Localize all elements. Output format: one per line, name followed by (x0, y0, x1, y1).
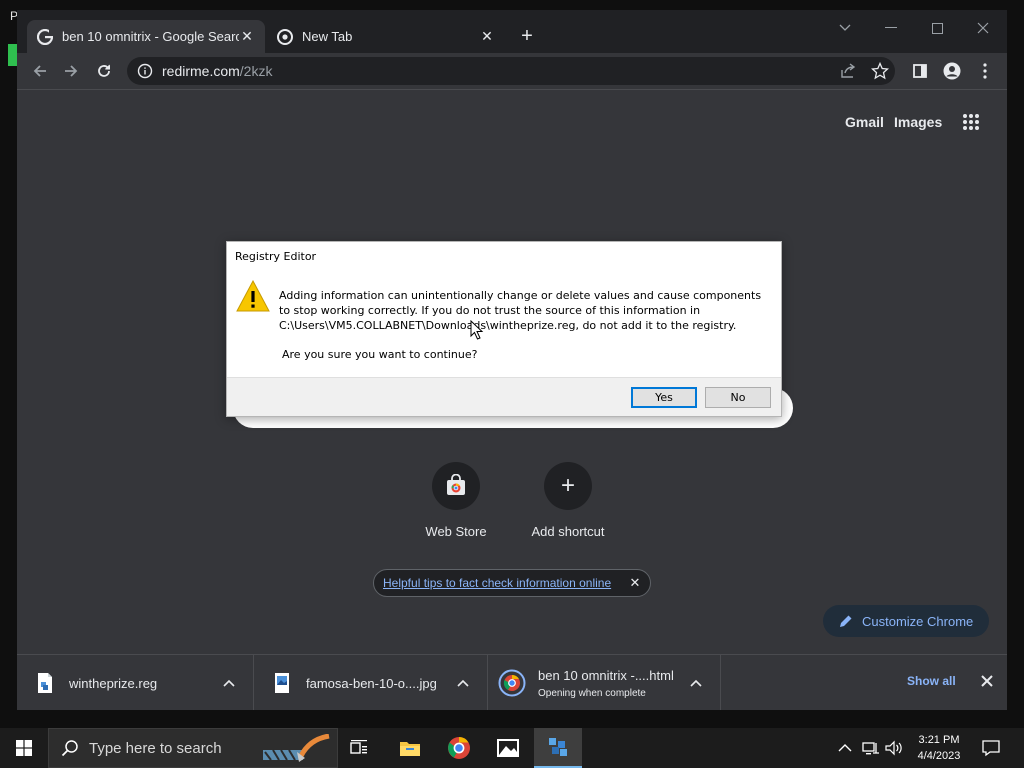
taskbar-search-box[interactable]: Type here to search (48, 728, 338, 768)
photos-icon[interactable] (484, 728, 532, 768)
tab-google-search[interactable]: ben 10 omnitrix - Google Search ✕ (27, 20, 265, 53)
tab-search-chevron-icon[interactable] (833, 18, 857, 38)
site-info-icon[interactable] (137, 63, 153, 79)
download-item[interactable]: wintheprize.reg (17, 655, 254, 710)
download-filename: famosa-ben-10-o....jpg (306, 675, 437, 691)
registry-editor-dialog: Registry Editor Adding information can u… (226, 241, 782, 417)
registry-editor-taskbar-icon[interactable] (534, 728, 582, 768)
toolbar: redirme.com/2kzk (17, 53, 1007, 89)
pencil-icon (840, 615, 852, 627)
notifications-icon[interactable] (982, 728, 1000, 768)
plus-icon: + (544, 462, 592, 510)
bookmark-star-icon[interactable] (871, 62, 889, 80)
network-icon[interactable] (862, 728, 880, 768)
new-tab-plus-icon[interactable]: + (517, 25, 537, 47)
shortcut-label: Web Store (425, 524, 487, 539)
shortcut-add[interactable]: + Add shortcut (512, 462, 624, 539)
reload-icon[interactable] (92, 59, 116, 83)
reg-file-icon (38, 673, 52, 693)
taskbar: Type here to search 3:21 PM 4/4/2023 (0, 728, 1024, 768)
download-status: Opening when complete (538, 687, 646, 699)
tab-close-icon[interactable]: ✕ (239, 28, 255, 45)
fact-check-tip-link[interactable]: Helpful tips to fact check information o… (383, 576, 611, 590)
chevron-up-icon[interactable] (219, 673, 239, 693)
tab-close-icon[interactable]: ✕ (479, 28, 495, 45)
dialog-button-row: Yes No (227, 377, 781, 416)
taskbar-search-placeholder: Type here to search (89, 739, 222, 757)
clock-date: 4/4/2023 (917, 750, 961, 762)
file-explorer-icon[interactable] (386, 728, 434, 768)
warning-icon (236, 280, 270, 312)
url-path: /2kzk (239, 63, 273, 79)
customize-chrome-label: Customize Chrome (862, 613, 974, 629)
download-item-in-progress[interactable]: ben 10 omnitrix -....html Opening when c… (488, 655, 721, 710)
google-icon (37, 28, 53, 45)
customize-chrome-button[interactable]: Customize Chrome (823, 605, 989, 637)
chrome-taskbar-icon[interactable] (435, 728, 483, 768)
image-file-icon (275, 673, 289, 693)
minimize-icon[interactable] (879, 18, 903, 38)
download-progress-chrome-icon (498, 669, 526, 697)
window-close-icon[interactable] (971, 18, 995, 38)
tab-title: New Tab (302, 29, 353, 44)
url-host: redirme.com (162, 63, 240, 79)
tab-new-tab[interactable]: New Tab ✕ (267, 20, 505, 53)
taskbar-clock[interactable]: 3:21 PM 4/4/2023 (908, 732, 970, 764)
dialog-title: Registry Editor (235, 250, 317, 263)
profile-icon[interactable] (940, 59, 964, 83)
show-hidden-icons-chevron-icon[interactable] (838, 728, 852, 768)
no-button[interactable]: No (705, 387, 771, 408)
dialog-message: Adding information can unintentionally c… (279, 289, 762, 332)
fact-check-tip-chip: Helpful tips to fact check information o… (373, 569, 651, 597)
chevron-up-icon[interactable] (453, 673, 473, 693)
share-icon[interactable] (839, 62, 857, 80)
show-all-downloads-button[interactable]: Show all (907, 674, 956, 688)
back-arrow-icon[interactable] (28, 59, 52, 83)
download-item[interactable]: famosa-ben-10-o....jpg (254, 655, 488, 710)
tab-title: ben 10 omnitrix - Google Search (62, 29, 239, 44)
tip-close-icon[interactable]: ✕ (628, 575, 642, 590)
address-bar[interactable]: redirme.com/2kzk (127, 57, 895, 85)
volume-icon[interactable] (885, 728, 903, 768)
search-highlight-paintbrush-icon (263, 734, 330, 762)
menu-kebab-icon[interactable] (973, 59, 997, 83)
shortcut-web-store[interactable]: Web Store (400, 462, 512, 539)
download-details: ben 10 omnitrix -....html Opening when c… (538, 668, 686, 699)
tab-strip: ben 10 omnitrix - Google Search ✕ New Ta… (17, 10, 1007, 53)
shortcut-label: Add shortcut (531, 524, 605, 539)
images-link[interactable]: Images (894, 114, 942, 130)
downloads-close-icon[interactable] (978, 672, 996, 690)
side-panel-icon[interactable] (908, 59, 932, 83)
download-filename: ben 10 omnitrix -....html (538, 667, 674, 683)
dialog-question: Are you sure you want to continue? (282, 348, 478, 361)
clock-time: 3:21 PM (918, 734, 960, 746)
forward-arrow-icon[interactable] (59, 59, 83, 83)
windows-start-icon[interactable] (0, 728, 48, 768)
maximize-icon[interactable] (925, 18, 949, 38)
search-icon (61, 740, 78, 757)
chevron-up-icon[interactable] (686, 673, 706, 693)
google-apps-grid-icon[interactable] (962, 113, 980, 131)
web-store-icon (432, 462, 480, 510)
yes-button[interactable]: Yes (631, 387, 697, 408)
downloads-bar: wintheprize.reg famosa-ben-10-o....jpg b… (17, 654, 1007, 710)
mouse-cursor-icon (470, 320, 484, 340)
task-view-icon[interactable] (336, 728, 384, 768)
gmail-link[interactable]: Gmail (845, 114, 884, 130)
chrome-icon (277, 28, 293, 45)
download-filename: wintheprize.reg (69, 675, 158, 691)
